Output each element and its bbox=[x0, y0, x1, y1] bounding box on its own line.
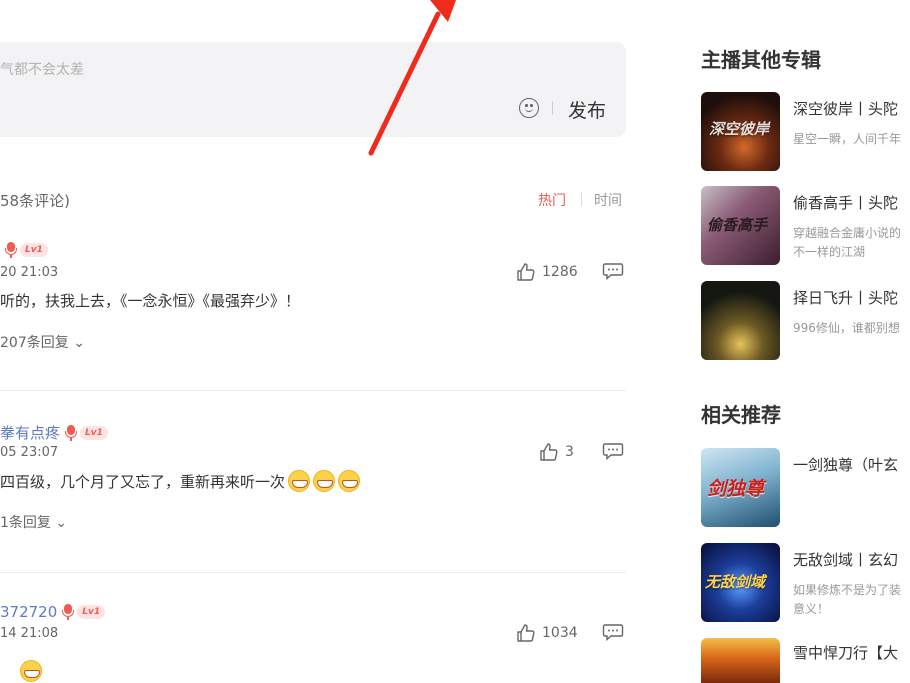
replies-count[interactable]: 1条回复 bbox=[0, 515, 51, 531]
album-desc-line: 如果修炼不是为了装 bbox=[793, 583, 902, 597]
thumb-up-icon bbox=[517, 263, 535, 281]
album-title[interactable]: 深空彼岸丨头陀 bbox=[793, 98, 898, 119]
chevron-down-icon: ⌄ bbox=[55, 515, 68, 531]
grin-emoji-icon bbox=[20, 660, 42, 682]
album-desc-line: 穿越融合金庸小说的 bbox=[793, 226, 902, 240]
thumb-up-icon bbox=[540, 443, 558, 461]
album-card[interactable]: 无敌剑域 无敌剑域丨玄幻 如果修炼不是为了装 意义！ bbox=[701, 543, 910, 623]
emoji-icon[interactable] bbox=[519, 98, 539, 118]
publish-button[interactable]: 发布 bbox=[568, 96, 606, 123]
level-badge: Lv1 bbox=[77, 605, 106, 619]
cover-title: 剑独尊 bbox=[707, 478, 765, 500]
reply-comment-icon[interactable] bbox=[602, 623, 624, 641]
comment-count: 58条评论) bbox=[0, 192, 70, 210]
comment-item: Lv1 20 21:03 1286 听的，扶我上去，《一念永恒》《最强弃少》！ … bbox=[0, 242, 626, 362]
wuxia-cover-image[interactable]: 偷香高手 bbox=[701, 186, 780, 265]
album-card[interactable]: 剑独尊 一剑独尊（叶玄 bbox=[701, 448, 910, 528]
comment-time: 05 23:07 bbox=[0, 445, 59, 460]
comment-username[interactable]: 拳有点疼 bbox=[0, 422, 60, 443]
comment-item: 372720 Lv1 14 21:08 1034 bbox=[0, 603, 626, 683]
album-title[interactable]: 一剑独尊（叶玄 bbox=[793, 454, 898, 475]
like-count: 3 bbox=[565, 444, 574, 460]
comment-user[interactable]: 372720 Lv1 bbox=[0, 603, 106, 621]
sword-domain-cover-image[interactable]: 无敌剑域 bbox=[701, 543, 780, 622]
comment-username[interactable]: 372720 bbox=[0, 603, 57, 621]
album-desc-line: 星空一瞬，人间千年 bbox=[793, 132, 902, 146]
like-button[interactable]: 3 bbox=[539, 442, 574, 462]
comment-user[interactable]: 拳有点疼 Lv1 bbox=[0, 422, 108, 443]
album-desc-line: 不一样的江湖 bbox=[793, 245, 866, 259]
sort-hot-tab[interactable]: 热门 bbox=[538, 190, 566, 210]
comment-text: 听的，扶我上去，《一念永恒》《最强弃少》！ bbox=[0, 292, 301, 310]
related-title: 相关推荐 bbox=[701, 403, 781, 427]
album-title[interactable]: 择日飞升丨头陀 bbox=[793, 287, 898, 308]
cover-title: 深空彼岸 bbox=[709, 120, 770, 138]
view-replies-link[interactable]: 207条回复 ⌄ bbox=[0, 332, 85, 352]
sword-cover-image[interactable]: 剑独尊 bbox=[701, 448, 780, 527]
replies-count[interactable]: 207条回复 bbox=[0, 335, 69, 351]
cover-title: 偷香高手 bbox=[707, 216, 768, 234]
like-button[interactable]: 1286 bbox=[516, 262, 578, 282]
comment-time: 14 21:08 bbox=[0, 626, 59, 641]
thumb-up-icon bbox=[517, 624, 535, 642]
anchor-mic-icon bbox=[4, 242, 18, 258]
other-albums-title: 主播其他专辑 bbox=[701, 48, 821, 72]
album-card[interactable]: 深空彼岸 深空彼岸丨头陀 星空一瞬，人间千年 bbox=[701, 92, 910, 172]
comment-text: 四百级，几个月了又忘了，重新再来听一次 bbox=[0, 470, 361, 492]
album-description: 星空一瞬，人间千年 bbox=[793, 130, 901, 149]
album-card[interactable]: 偷香高手 偷香高手丨头陀 穿越融合金庸小说的 不一样的江湖 bbox=[701, 186, 910, 266]
album-card[interactable]: 雪中悍刀行【大 bbox=[701, 638, 910, 683]
anchor-mic-icon bbox=[64, 424, 78, 441]
comment-input-placeholder[interactable]: 气都不会太差 bbox=[0, 59, 84, 79]
comment-divider bbox=[0, 572, 626, 573]
album-description: 如果修炼不是为了装 意义！ bbox=[793, 581, 901, 619]
like-count: 1034 bbox=[542, 625, 578, 641]
album-title[interactable]: 无敌剑域丨玄幻 bbox=[793, 549, 898, 570]
album-description: 996修仙，谁都别想 bbox=[793, 319, 900, 338]
album-title[interactable]: 偷香高手丨头陀 bbox=[793, 192, 898, 213]
sort-time-tab[interactable]: 时间 bbox=[594, 190, 622, 210]
album-card[interactable]: 择日飞升丨头陀 996修仙，谁都别想 bbox=[701, 281, 910, 361]
comment-time: 20 21:03 bbox=[0, 265, 59, 280]
album-title[interactable]: 雪中悍刀行【大 bbox=[793, 642, 898, 663]
chevron-down-icon: ⌄ bbox=[73, 335, 85, 351]
anchor-mic-icon bbox=[61, 604, 75, 620]
snow-blade-cover-image[interactable] bbox=[701, 638, 780, 683]
ascension-cover-image[interactable] bbox=[701, 281, 780, 360]
toolbar-divider bbox=[552, 101, 553, 115]
cover-title: 无敌剑域 bbox=[705, 573, 766, 591]
reply-comment-icon[interactable] bbox=[602, 442, 624, 460]
like-button[interactable]: 1034 bbox=[516, 623, 578, 643]
grin-emoji-icon bbox=[288, 470, 311, 492]
reply-comment-icon[interactable] bbox=[602, 262, 624, 280]
grin-emoji-icon bbox=[313, 470, 336, 492]
comment-item: 拳有点疼 Lv1 05 23:07 3 四百级，几个月了又忘了，重新再来听一次 … bbox=[0, 422, 626, 542]
grin-emoji-icon bbox=[338, 470, 361, 492]
level-badge: Lv1 bbox=[20, 243, 48, 257]
album-desc-line: 996修仙，谁都别想 bbox=[793, 321, 900, 335]
comment-input-box[interactable]: 气都不会太差 发布 bbox=[0, 42, 626, 137]
level-badge: Lv1 bbox=[80, 425, 108, 440]
album-desc-line: 意义！ bbox=[793, 602, 830, 616]
comment-text bbox=[0, 660, 42, 682]
comment-user[interactable]: Lv1 bbox=[0, 242, 48, 258]
space-cover-image[interactable]: 深空彼岸 bbox=[701, 92, 780, 171]
view-replies-link[interactable]: 1条回复 ⌄ bbox=[0, 512, 67, 532]
sort-divider bbox=[581, 192, 582, 206]
album-description: 穿越融合金庸小说的 不一样的江湖 bbox=[793, 224, 901, 262]
comment-text-content: 四百级，几个月了又忘了，重新再来听一次 bbox=[0, 472, 286, 491]
comment-divider bbox=[0, 390, 626, 391]
like-count: 1286 bbox=[542, 264, 578, 280]
